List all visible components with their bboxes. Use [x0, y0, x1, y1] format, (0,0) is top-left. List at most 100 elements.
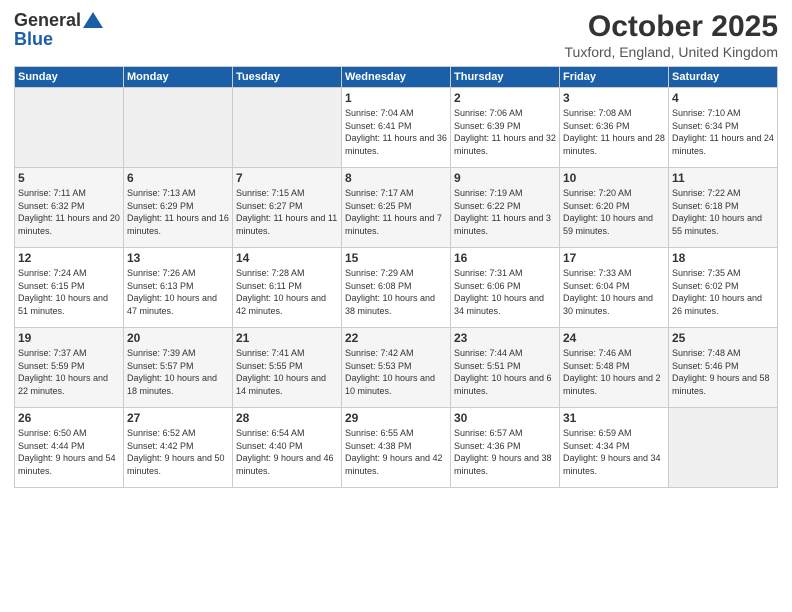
day-number: 12 [18, 251, 120, 265]
table-row: 30Sunrise: 6:57 AM Sunset: 4:36 PM Dayli… [451, 408, 560, 488]
day-info: Sunrise: 7:31 AM Sunset: 6:06 PM Dayligh… [454, 267, 556, 317]
day-info: Sunrise: 7:11 AM Sunset: 6:32 PM Dayligh… [18, 187, 120, 237]
title-block: October 2025 Tuxford, England, United Ki… [565, 10, 779, 60]
table-row: 16 Sunrise: 7:31 AM Sunset: 6:06 PM Dayli… [451, 248, 560, 328]
table-row [669, 408, 778, 488]
day-info: Sunrise: 6:54 AM Sunset: 4:40 PM Dayligh… [236, 427, 338, 477]
day-number: 21 [236, 331, 338, 345]
day-info: Sunrise: 7:35 AM Sunset: 6:02 PM Dayligh… [672, 267, 774, 317]
table-row [233, 88, 342, 168]
table-row: 17 Sunrise: 7:33 AM Sunset: 6:04 PM Dayli… [560, 248, 669, 328]
day-info: Sunrise: 7:26 AM Sunset: 6:13 PM Dayligh… [127, 267, 229, 317]
header: General Blue October 2025 Tuxford, Engla… [14, 10, 778, 60]
table-row: 18 Sunrise: 7:35 AM Sunset: 6:02 PM Dayli… [669, 248, 778, 328]
calendar-week-row: 5 Sunrise: 7:11 AM Sunset: 6:32 PM Daylig… [15, 168, 778, 248]
logo-icon [83, 12, 103, 28]
page: General Blue October 2025 Tuxford, Engla… [0, 0, 792, 612]
table-row: 6 Sunrise: 7:13 AM Sunset: 6:29 PM Daylig… [124, 168, 233, 248]
location: Tuxford, England, United Kingdom [565, 44, 779, 60]
table-row [15, 88, 124, 168]
table-row: 24Sunrise: 7:46 AM Sunset: 5:48 PM Dayli… [560, 328, 669, 408]
day-info: Sunrise: 7:13 AM Sunset: 6:29 PM Dayligh… [127, 187, 229, 237]
col-tuesday: Tuesday [233, 67, 342, 88]
table-row: 19 Sunrise: 7:37 AM Sunset: 5:59 PM Dayli… [15, 328, 124, 408]
day-number: 5 [18, 171, 120, 185]
table-row: 3 Sunrise: 7:08 AM Sunset: 6:36 PM Daylig… [560, 88, 669, 168]
day-number: 30 [454, 411, 556, 425]
day-info: Sunrise: 6:52 AM Sunset: 4:42 PM Dayligh… [127, 427, 229, 477]
table-row: 13Sunrise: 7:26 AM Sunset: 6:13 PM Dayli… [124, 248, 233, 328]
day-number: 1 [345, 91, 447, 105]
day-info: Sunrise: 7:15 AM Sunset: 6:27 PM Dayligh… [236, 187, 338, 237]
day-number: 29 [345, 411, 447, 425]
col-saturday: Saturday [669, 67, 778, 88]
day-number: 15 [345, 251, 447, 265]
day-info: Sunrise: 7:29 AM Sunset: 6:08 PM Dayligh… [345, 267, 447, 317]
col-sunday: Sunday [15, 67, 124, 88]
day-info: Sunrise: 7:41 AM Sunset: 5:55 PM Dayligh… [236, 347, 338, 397]
table-row: 22 Sunrise: 7:42 AM Sunset: 5:53 PM Dayli… [342, 328, 451, 408]
day-info: Sunrise: 7:19 AM Sunset: 6:22 PM Dayligh… [454, 187, 556, 237]
day-number: 18 [672, 251, 774, 265]
logo-blue: Blue [14, 29, 53, 50]
table-row: 26Sunrise: 6:50 AM Sunset: 4:44 PM Dayli… [15, 408, 124, 488]
day-number: 16 [454, 251, 556, 265]
day-number: 3 [563, 91, 665, 105]
day-info: Sunrise: 7:33 AM Sunset: 6:04 PM Dayligh… [563, 267, 665, 317]
day-info: Sunrise: 7:10 AM Sunset: 6:34 PM Dayligh… [672, 107, 774, 157]
table-row: 21 Sunrise: 7:41 AM Sunset: 5:55 PM Dayli… [233, 328, 342, 408]
table-row: 7Sunrise: 7:15 AM Sunset: 6:27 PM Daylig… [233, 168, 342, 248]
day-number: 31 [563, 411, 665, 425]
calendar-week-row: 1Sunrise: 7:04 AM Sunset: 6:41 PM Daylig… [15, 88, 778, 168]
day-info: Sunrise: 7:08 AM Sunset: 6:36 PM Dayligh… [563, 107, 665, 157]
calendar-table: Sunday Monday Tuesday Wednesday Thursday… [14, 66, 778, 488]
table-row: 29Sunrise: 6:55 AM Sunset: 4:38 PM Dayli… [342, 408, 451, 488]
table-row: 14 Sunrise: 7:28 AM Sunset: 6:11 PM Dayli… [233, 248, 342, 328]
day-number: 4 [672, 91, 774, 105]
day-number: 14 [236, 251, 338, 265]
day-number: 23 [454, 331, 556, 345]
table-row: 23 Sunrise: 7:44 AM Sunset: 5:51 PM Dayli… [451, 328, 560, 408]
day-info: Sunrise: 7:06 AM Sunset: 6:39 PM Dayligh… [454, 107, 556, 157]
month-title: October 2025 [565, 10, 779, 44]
day-info: Sunrise: 7:37 AM Sunset: 5:59 PM Dayligh… [18, 347, 120, 397]
calendar-week-row: 26Sunrise: 6:50 AM Sunset: 4:44 PM Dayli… [15, 408, 778, 488]
day-info: Sunrise: 7:20 AM Sunset: 6:20 PM Dayligh… [563, 187, 665, 237]
table-row: 11 Sunrise: 7:22 AM Sunset: 6:18 PM Dayli… [669, 168, 778, 248]
day-number: 11 [672, 171, 774, 185]
day-number: 19 [18, 331, 120, 345]
calendar-week-row: 12Sunrise: 7:24 AM Sunset: 6:15 PM Dayli… [15, 248, 778, 328]
day-number: 8 [345, 171, 447, 185]
col-wednesday: Wednesday [342, 67, 451, 88]
col-monday: Monday [124, 67, 233, 88]
table-row: 9 Sunrise: 7:19 AM Sunset: 6:22 PM Daylig… [451, 168, 560, 248]
day-number: 9 [454, 171, 556, 185]
logo: General Blue [14, 10, 103, 50]
table-row: 2Sunrise: 7:06 AM Sunset: 6:39 PM Daylig… [451, 88, 560, 168]
table-row: 31 Sunrise: 6:59 AM Sunset: 4:34 PM Dayli… [560, 408, 669, 488]
day-number: 20 [127, 331, 229, 345]
day-number: 17 [563, 251, 665, 265]
calendar-header-row: Sunday Monday Tuesday Wednesday Thursday… [15, 67, 778, 88]
day-info: Sunrise: 6:59 AM Sunset: 4:34 PM Dayligh… [563, 427, 665, 477]
logo-general: General [14, 10, 81, 31]
day-number: 25 [672, 331, 774, 345]
day-number: 6 [127, 171, 229, 185]
day-number: 22 [345, 331, 447, 345]
table-row: 15 Sunrise: 7:29 AM Sunset: 6:08 PM Dayli… [342, 248, 451, 328]
day-info: Sunrise: 7:22 AM Sunset: 6:18 PM Dayligh… [672, 187, 774, 237]
table-row: 20Sunrise: 7:39 AM Sunset: 5:57 PM Dayli… [124, 328, 233, 408]
table-row: 10Sunrise: 7:20 AM Sunset: 6:20 PM Dayli… [560, 168, 669, 248]
day-info: Sunrise: 7:44 AM Sunset: 5:51 PM Dayligh… [454, 347, 556, 397]
table-row: 12Sunrise: 7:24 AM Sunset: 6:15 PM Dayli… [15, 248, 124, 328]
day-info: Sunrise: 7:17 AM Sunset: 6:25 PM Dayligh… [345, 187, 447, 237]
day-info: Sunrise: 7:28 AM Sunset: 6:11 PM Dayligh… [236, 267, 338, 317]
table-row: 25Sunrise: 7:48 AM Sunset: 5:46 PM Dayli… [669, 328, 778, 408]
day-info: Sunrise: 7:42 AM Sunset: 5:53 PM Dayligh… [345, 347, 447, 397]
table-row: 8 Sunrise: 7:17 AM Sunset: 6:25 PM Daylig… [342, 168, 451, 248]
day-number: 28 [236, 411, 338, 425]
table-row: 1Sunrise: 7:04 AM Sunset: 6:41 PM Daylig… [342, 88, 451, 168]
table-row: 27Sunrise: 6:52 AM Sunset: 4:42 PM Dayli… [124, 408, 233, 488]
col-friday: Friday [560, 67, 669, 88]
table-row: 28 Sunrise: 6:54 AM Sunset: 4:40 PM Dayli… [233, 408, 342, 488]
